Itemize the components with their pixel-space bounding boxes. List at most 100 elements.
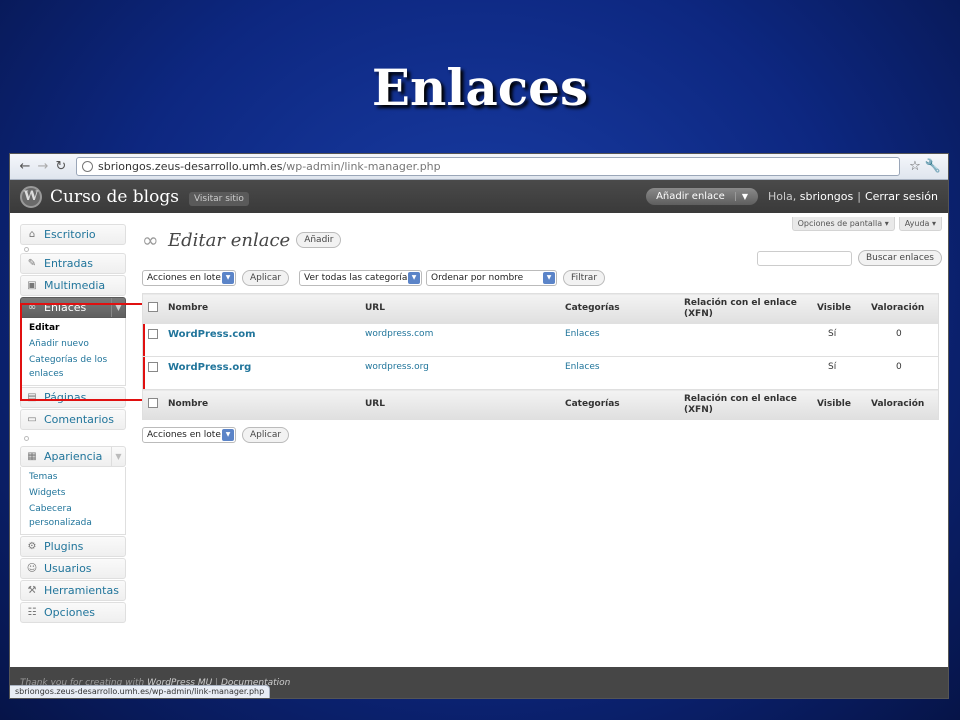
forward-icon[interactable]: →: [34, 159, 52, 174]
sidebar-item-usuarios[interactable]: ☺ Usuarios: [20, 558, 126, 579]
link-rel: [679, 356, 812, 390]
category-filter-select[interactable]: Ver todas las categorías ▼: [299, 270, 423, 286]
sidebar-item-label: Apariencia: [44, 450, 103, 463]
back-icon[interactable]: ←: [16, 159, 34, 174]
chevron-down-icon: ▼: [222, 429, 234, 441]
link-rating: 0: [866, 323, 939, 357]
select-all-checkbox[interactable]: [142, 389, 163, 420]
link-name[interactable]: WordPress.com: [168, 329, 256, 340]
order-select[interactable]: Ordenar por nombre ▼: [426, 270, 558, 286]
sidebar-item-label: Escritorio: [44, 228, 96, 241]
bulk-actions-select[interactable]: Acciones en lote ▼: [142, 270, 236, 286]
sidebar-item-plugins[interactable]: ⚙ Plugins: [20, 536, 126, 557]
link-visible: Sí: [812, 323, 866, 357]
column-footer-rel: Relación con el enlace (XFN): [679, 389, 812, 420]
link-url[interactable]: wordpress.com: [365, 329, 433, 339]
appearance-icon: ▦: [27, 451, 37, 462]
page-title: Editar enlace: [168, 229, 291, 251]
chevron-down-icon[interactable]: ▼: [111, 447, 125, 466]
apply-button[interactable]: Aplicar: [242, 427, 290, 443]
reload-icon[interactable]: ↻: [52, 159, 70, 174]
sidebar-item-label: Entradas: [44, 257, 93, 270]
wordpress-logo-icon: W: [20, 185, 42, 208]
highlight-box: [20, 303, 145, 401]
sidebar-item-entradas[interactable]: ✎ Entradas: [20, 253, 126, 274]
sidebar-item-label: Herramientas: [44, 584, 119, 597]
comment-icon: ▭: [27, 414, 37, 425]
status-bar: sbriongos.zeus-desarrollo.umh.es/wp-admi…: [10, 685, 271, 698]
help-tab[interactable]: Ayuda ▾: [898, 217, 942, 231]
column-footer-visible[interactable]: Visible: [812, 389, 866, 420]
column-header-name[interactable]: Nombre: [163, 293, 360, 324]
column-footer-name[interactable]: Nombre: [163, 389, 360, 420]
add-new-button[interactable]: Añadir: [296, 232, 342, 248]
column-header-categories: Categorías: [560, 293, 679, 324]
browser-toolbar: ← → ↻ sbriongos.zeus-desarrollo.umh.es/w…: [10, 154, 948, 180]
row-checkbox[interactable]: [142, 323, 163, 357]
wrench-icon[interactable]: 🔧: [924, 159, 942, 174]
tablenav-top: Acciones en lote ▼ Aplicar Ver todas las …: [142, 270, 942, 286]
pin-icon: ✎: [27, 258, 37, 269]
page-header: ∞ Editar enlace Añadir: [142, 228, 942, 252]
submenu-item-temas[interactable]: Temas: [29, 469, 125, 485]
search-box: Buscar enlaces: [756, 250, 942, 266]
link-category[interactable]: Enlaces: [565, 362, 600, 372]
sidebar-item-opciones[interactable]: ☷ Opciones: [20, 602, 126, 623]
plugin-icon: ⚙: [27, 541, 37, 552]
bookmark-star-icon[interactable]: ☆: [906, 159, 924, 174]
sidebar-item-label: Opciones: [44, 606, 95, 619]
apply-button[interactable]: Aplicar: [242, 270, 290, 286]
link-icon: ∞: [142, 228, 159, 252]
tablenav-bottom: Acciones en lote ▼ Aplicar: [142, 427, 942, 443]
logout-link[interactable]: Cerrar sesión: [865, 190, 938, 203]
chevron-down-icon[interactable]: ▼: [734, 192, 748, 201]
wp-admin-header: W Curso de blogs Visitar sitio Añadir en…: [10, 180, 948, 213]
add-link-button[interactable]: Añadir enlace ▼: [646, 188, 758, 205]
row-checkbox[interactable]: [142, 356, 163, 390]
link-url[interactable]: wordpress.org: [365, 362, 429, 372]
bulk-actions-select[interactable]: Acciones en lote ▼: [142, 427, 236, 443]
sidebar-item-herramientas[interactable]: ⚒ Herramientas: [20, 580, 126, 601]
visit-site-button[interactable]: Visitar sitio: [188, 191, 249, 206]
sidebar-item-label: Usuarios: [44, 562, 92, 575]
sidebar-item-label: Multimedia: [44, 279, 106, 292]
link-rating: 0: [866, 356, 939, 390]
screen-meta-tabs: Opciones de pantalla ▾ Ayuda ▾: [788, 217, 942, 231]
sidebar-item-apariencia[interactable]: ▦ Apariencia ▼: [20, 446, 126, 467]
sidebar-item-comentarios[interactable]: ▭ Comentarios: [20, 409, 126, 430]
search-input[interactable]: [756, 250, 852, 266]
sidebar-item-multimedia[interactable]: ▣ Multimedia: [20, 275, 126, 296]
sidebar-item-label: Plugins: [44, 540, 84, 553]
dashboard-icon: ⌂: [28, 229, 36, 240]
chevron-down-icon: ▼: [408, 272, 421, 284]
column-header-visible[interactable]: Visible: [812, 293, 866, 324]
chevron-down-icon: ▼: [222, 272, 234, 284]
link-category[interactable]: Enlaces: [565, 329, 600, 339]
table-header-row: Nombre URL Categorías Relación con el en…: [142, 293, 939, 324]
link-name[interactable]: WordPress.org: [168, 362, 251, 373]
sidebar-item-escritorio[interactable]: ⌂ Escritorio: [20, 224, 126, 245]
column-header-rating[interactable]: Valoración: [866, 293, 939, 324]
screen-options-tab[interactable]: Opciones de pantalla ▾: [791, 217, 895, 231]
user-link[interactable]: sbriongos: [800, 190, 853, 203]
admin-sidebar: ⌂ Escritorio ✎ Entradas ▣ Multimedia ∞ Enlac…: [20, 224, 126, 623]
column-footer-categories: Categorías: [560, 389, 679, 420]
slide-title: Enlaces: [371, 58, 589, 117]
search-links-button[interactable]: Buscar enlaces: [857, 250, 942, 266]
submenu-item-widgets[interactable]: Widgets: [29, 485, 125, 501]
column-footer-rating[interactable]: Valoración: [866, 389, 939, 420]
column-header-rel: Relación con el enlace (XFN): [679, 293, 812, 324]
globe-icon: [82, 161, 93, 172]
column-footer-url[interactable]: URL: [360, 389, 560, 420]
settings-icon: ☷: [27, 607, 37, 618]
address-bar[interactable]: sbriongos.zeus-desarrollo.umh.es/wp-admi…: [76, 157, 900, 176]
table-row: WordPress.com wordpress.com Enlaces Sí 0: [142, 323, 939, 357]
select-all-checkbox[interactable]: [142, 293, 163, 324]
submenu-item-cabecera[interactable]: Cabecera personalizada: [29, 501, 125, 531]
link-visible: Sí: [812, 356, 866, 390]
apariencia-submenu: Temas Widgets Cabecera personalizada: [20, 467, 126, 535]
column-header-url[interactable]: URL: [360, 293, 560, 324]
filter-button[interactable]: Filtrar: [563, 270, 606, 286]
link-rel: [679, 323, 812, 357]
site-name[interactable]: Curso de blogs: [50, 187, 179, 207]
